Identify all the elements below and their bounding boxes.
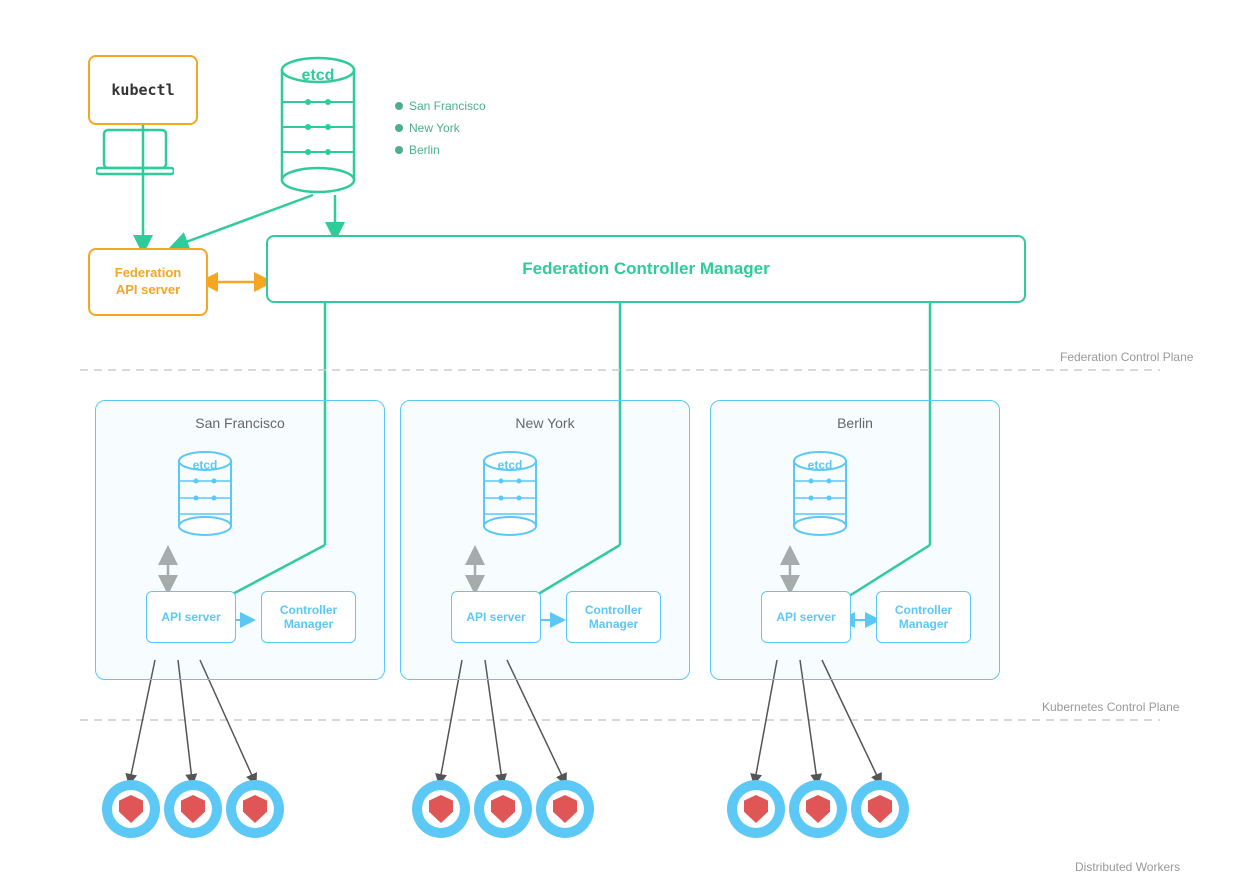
api-server-berlin-label: API server bbox=[776, 610, 835, 624]
cluster-ny-title: New York bbox=[401, 415, 689, 431]
worker-berlin-3 bbox=[851, 780, 909, 838]
location-ny: New York bbox=[395, 117, 486, 139]
federation-plane-label: Federation Control Plane bbox=[1060, 350, 1193, 364]
location-berlin: Berlin bbox=[395, 139, 486, 161]
api-server-ny: API server bbox=[451, 591, 541, 643]
fed-cm-label: Federation Controller Manager bbox=[522, 259, 769, 279]
distributed-workers-label: Distributed Workers bbox=[1075, 860, 1180, 874]
etcd-ny: etcd bbox=[481, 441, 539, 546]
fed-api-label: FederationAPI server bbox=[115, 265, 181, 299]
svg-text:etcd: etcd bbox=[302, 67, 335, 84]
kubectl-label: kubectl bbox=[111, 81, 174, 99]
worker-ny-3 bbox=[536, 780, 594, 838]
cluster-sf: San Francisco etcd API server Contro bbox=[95, 400, 385, 680]
api-server-ny-label: API server bbox=[466, 610, 525, 624]
cm-ny: ControllerManager bbox=[566, 591, 661, 643]
svg-text:etcd: etcd bbox=[498, 458, 523, 472]
worker-sf-2 bbox=[164, 780, 222, 838]
worker-ny-2 bbox=[474, 780, 532, 838]
laptop-icon bbox=[96, 128, 174, 183]
cluster-sf-title: San Francisco bbox=[96, 415, 384, 431]
cm-berlin-label: ControllerManager bbox=[895, 603, 952, 631]
kubernetes-plane-label: Kubernetes Control Plane bbox=[1042, 700, 1179, 714]
svg-text:etcd: etcd bbox=[808, 458, 833, 472]
kubectl-box: kubectl bbox=[88, 55, 198, 125]
cm-berlin: ControllerManager bbox=[876, 591, 971, 643]
location-sf: San Francisco bbox=[395, 95, 486, 117]
worker-berlin-1 bbox=[727, 780, 785, 838]
worker-berlin-2 bbox=[789, 780, 847, 838]
cm-sf: ControllerManager bbox=[261, 591, 356, 643]
worker-ny-1 bbox=[412, 780, 470, 838]
cluster-ny: New York etcd API server ControllerManag… bbox=[400, 400, 690, 680]
cm-sf-label: ControllerManager bbox=[280, 603, 337, 631]
etcd-sf: etcd bbox=[176, 441, 234, 546]
worker-sf-3 bbox=[226, 780, 284, 838]
cluster-berlin-title: Berlin bbox=[711, 415, 999, 431]
etcd-top-cylinder: etcd bbox=[278, 42, 358, 202]
diagram: kubectl etcd bbox=[0, 0, 1240, 893]
fed-api-server: FederationAPI server bbox=[88, 248, 208, 316]
fed-controller-manager: Federation Controller Manager bbox=[266, 235, 1026, 303]
etcd-berlin: etcd bbox=[791, 441, 849, 546]
svg-text:etcd: etcd bbox=[193, 458, 218, 472]
worker-sf-1 bbox=[102, 780, 160, 838]
cluster-berlin: Berlin etcd API server ControllerManager bbox=[710, 400, 1000, 680]
api-server-sf: API server bbox=[146, 591, 236, 643]
api-server-sf-label: API server bbox=[161, 610, 220, 624]
api-server-berlin: API server bbox=[761, 591, 851, 643]
cm-ny-label: ControllerManager bbox=[585, 603, 642, 631]
etcd-locations: San Francisco New York Berlin bbox=[395, 95, 486, 161]
